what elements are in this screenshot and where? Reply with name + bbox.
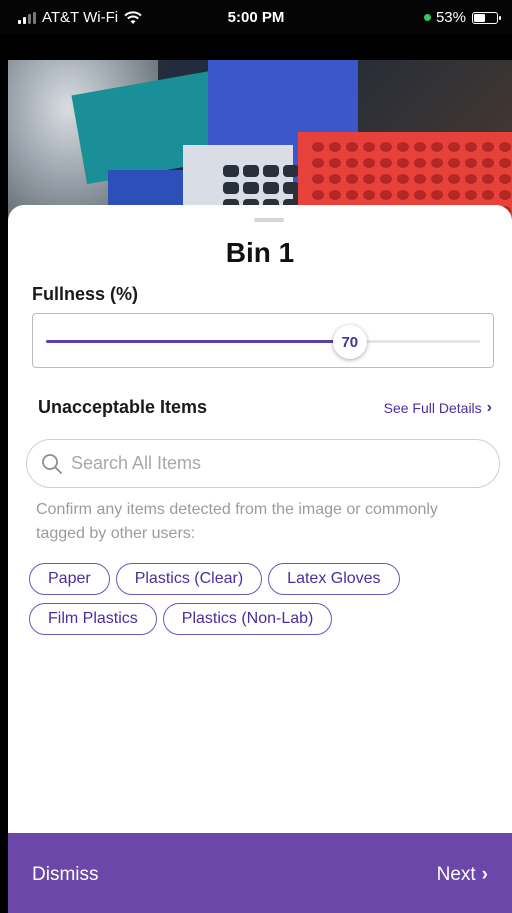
item-chips: Paper Plastics (Clear) Latex Gloves Film… <box>29 563 499 635</box>
chip-latex-gloves[interactable]: Latex Gloves <box>268 563 400 595</box>
privacy-dot-icon <box>423 14 431 21</box>
chevron-right-icon: › <box>486 399 492 416</box>
battery-icon <box>472 11 501 24</box>
next-label: Next <box>436 864 476 885</box>
footer-bar: Dismiss Next › <box>8 833 512 913</box>
slider-value: 70 <box>341 333 359 351</box>
slider-thumb[interactable]: 70 <box>332 325 367 359</box>
chevron-right-icon: › <box>481 864 488 885</box>
search-icon <box>42 453 62 474</box>
unacceptable-items-heading: Unacceptable Items <box>38 397 208 417</box>
bottom-sheet: Bin 1 Fullness (%) 70 Unacceptable Items… <box>8 205 512 913</box>
status-right: 53% <box>423 9 501 26</box>
see-full-details-link[interactable]: See Full Details › <box>384 399 492 417</box>
chip-plastics-clear[interactable]: Plastics (Clear) <box>115 563 263 595</box>
status-bar: AT&T Wi-Fi 5:00 PM 53% <box>0 0 512 34</box>
chip-film-plastics[interactable]: Film Plastics <box>29 603 157 635</box>
next-button[interactable]: Next › <box>437 864 488 886</box>
fullness-label: Fullness (%) <box>32 284 139 304</box>
search-input[interactable] <box>69 452 453 475</box>
bin-photo <box>8 60 512 220</box>
see-full-details-label: See Full Details <box>383 400 482 416</box>
sheet-drag-handle[interactable] <box>254 218 284 222</box>
fullness-slider[interactable]: 70 <box>32 313 494 368</box>
hint-text: Confirm any items detected from the imag… <box>36 501 438 542</box>
page-title: Bin 1 <box>225 237 295 268</box>
slider-track[interactable] <box>46 340 480 343</box>
chip-paper[interactable]: Paper <box>29 563 110 595</box>
search-bar[interactable] <box>26 439 500 488</box>
dismiss-button[interactable]: Dismiss <box>32 864 99 886</box>
battery-percent: 53% <box>435 9 466 26</box>
slider-track-fill <box>46 340 350 343</box>
chip-plastics-non-lab[interactable]: Plastics (Non-Lab) <box>162 603 333 635</box>
